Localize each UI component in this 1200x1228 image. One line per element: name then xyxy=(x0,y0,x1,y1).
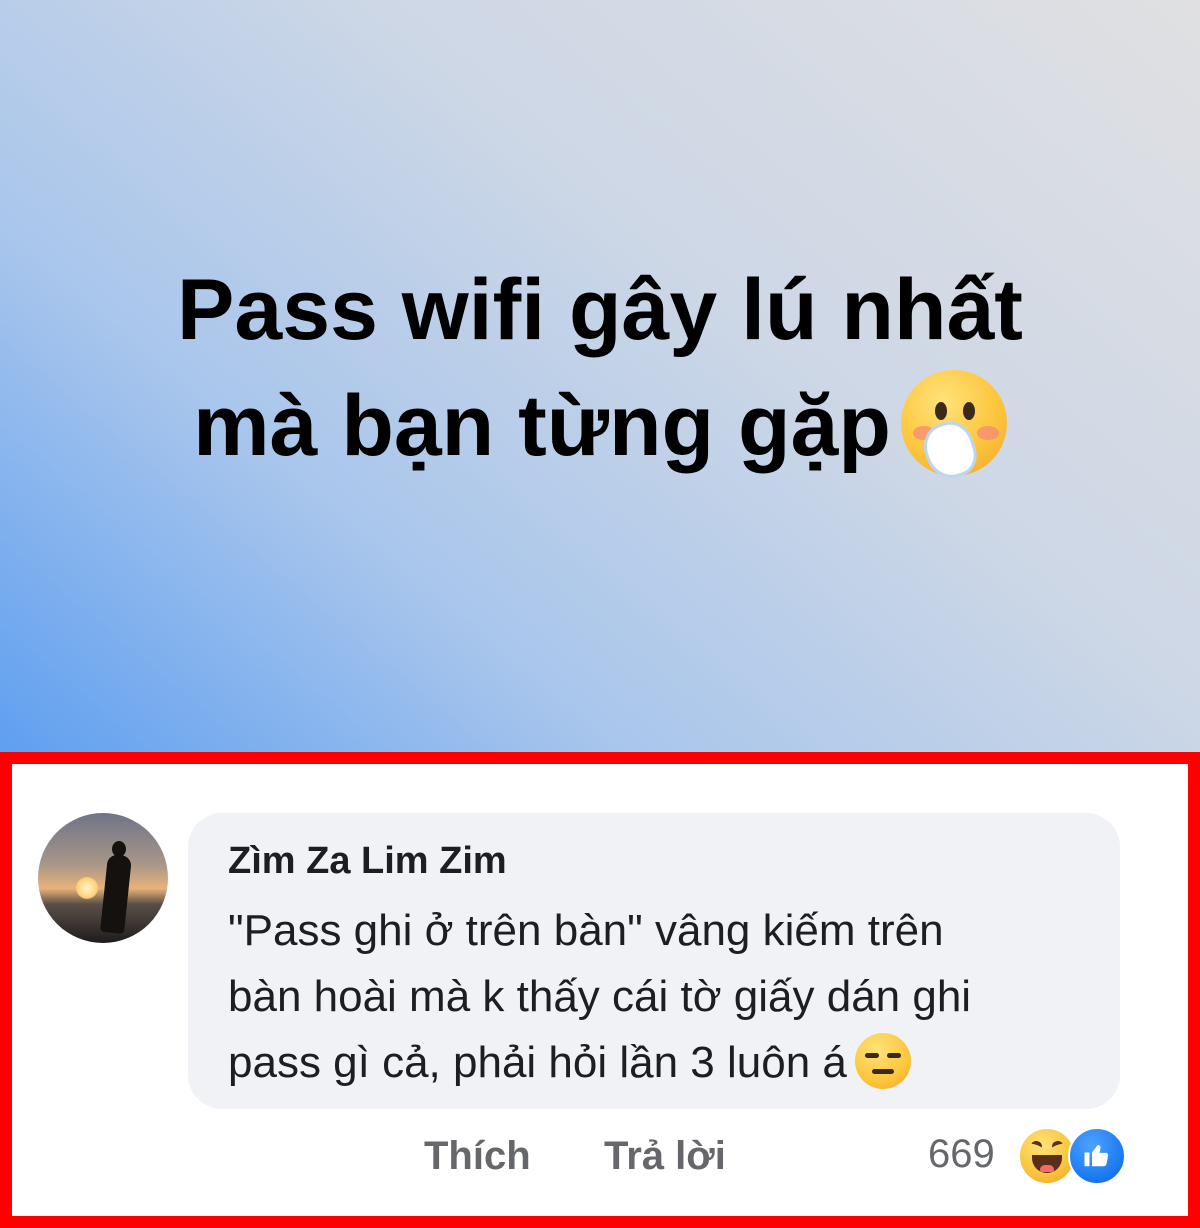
reaction-summary[interactable] xyxy=(1018,1127,1126,1185)
post-text-line-2: mà bạn từng gặp xyxy=(0,368,1200,485)
reply-button[interactable]: Trả lời xyxy=(604,1134,726,1179)
avatar[interactable] xyxy=(38,813,168,943)
expressionless-face-icon xyxy=(854,1033,911,1090)
post-text: Pass wifi gây lú nhất mà bạn từng gặp xyxy=(0,252,1200,485)
like-icon xyxy=(1068,1127,1126,1185)
like-button[interactable]: Thích xyxy=(424,1134,531,1179)
comment-line: bàn hoài mà k thấy cái tờ giấy dán ghi xyxy=(228,972,972,1021)
comment-line-text: pass gì cả, phải hỏi lần 3 luôn á xyxy=(228,1038,847,1087)
comment-line: "Pass ghi ở trên bàn" vâng kiếm trên xyxy=(228,906,944,955)
comment-text: "Pass ghi ở trên bàn" vâng kiếm trên bàn… xyxy=(228,898,1108,1096)
face-with-hand-over-mouth-icon xyxy=(900,370,1007,485)
comment-line-last: pass gì cả, phải hỏi lần 3 luôn á xyxy=(228,1030,1108,1096)
commenter-name[interactable]: Zìm Za Lim Zim xyxy=(228,840,507,883)
post-text-line-1: Pass wifi gây lú nhất xyxy=(177,262,1023,358)
reaction-count[interactable]: 669 xyxy=(928,1132,995,1177)
post-text-line-2-text: mà bạn từng gặp xyxy=(193,378,891,474)
